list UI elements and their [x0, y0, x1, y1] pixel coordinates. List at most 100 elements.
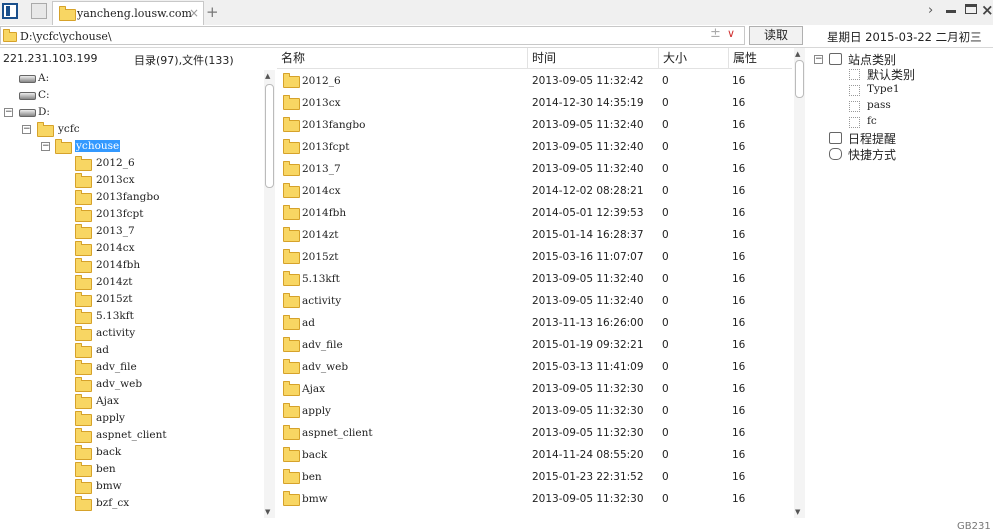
- tree-drive-c[interactable]: C:: [0, 87, 260, 104]
- panel-toggle-icon[interactable]: [2, 3, 18, 19]
- folder-icon: [283, 95, 300, 110]
- tree-drive-d[interactable]: − D:: [0, 104, 260, 121]
- tree-folder-item[interactable]: 5.13kft: [0, 308, 260, 325]
- tree-folder-item[interactable]: 2012_6: [0, 155, 260, 172]
- table-row[interactable]: apply 2013-09-05 11:32:30 0 16: [277, 400, 792, 422]
- table-row[interactable]: back 2014-11-24 08:55:20 0 16: [277, 444, 792, 466]
- tree-folder-item[interactable]: activity: [0, 325, 260, 342]
- scroll-up-icon[interactable]: ▲: [795, 50, 800, 58]
- tab-close-icon[interactable]: ×: [189, 6, 199, 20]
- table-row[interactable]: 2015zt 2015-03-16 11:07:07 0 16: [277, 246, 792, 268]
- maximize-icon[interactable]: [965, 4, 977, 14]
- row-attr: 16: [732, 427, 746, 439]
- collapse-icon[interactable]: −: [4, 108, 13, 117]
- folder-icon: [283, 117, 300, 132]
- row-size: 0: [662, 229, 669, 241]
- tree-folder-item[interactable]: back: [0, 444, 260, 461]
- folder-icon: [283, 315, 300, 330]
- column-size[interactable]: 大小: [659, 48, 729, 68]
- row-time: 2013-09-05 11:32:40: [532, 119, 644, 131]
- list-scroll-thumb[interactable]: [795, 60, 804, 98]
- path-input[interactable]: D:\ycfc\ychouse\: [0, 26, 745, 45]
- tree-folder-item[interactable]: 2013fcpt: [0, 206, 260, 223]
- tree-folder-item[interactable]: ad: [0, 342, 260, 359]
- tree-folder-item[interactable]: adv_file: [0, 359, 260, 376]
- tree-folder-item[interactable]: 2014fbh: [0, 257, 260, 274]
- tab-active[interactable]: yancheng.lousw.com ×: [52, 1, 204, 25]
- table-row[interactable]: activity 2013-09-05 11:32:40 0 16: [277, 290, 792, 312]
- table-row[interactable]: bmw 2013-09-05 11:32:30 0 16: [277, 488, 792, 510]
- tree-folder-item[interactable]: 2014zt: [0, 274, 260, 291]
- blank-tab-icon[interactable]: [31, 3, 47, 19]
- folder-icon: [75, 190, 92, 205]
- table-row[interactable]: 2012_6 2013-09-05 11:32:42 0 16: [277, 70, 792, 92]
- tree-folder-item[interactable]: 2015zt: [0, 291, 260, 308]
- category-item[interactable]: Type1: [867, 83, 900, 95]
- table-row[interactable]: 2014fbh 2014-05-01 12:39:53 0 16: [277, 202, 792, 224]
- table-row[interactable]: 2014zt 2015-01-14 16:28:37 0 16: [277, 224, 792, 246]
- list-scrollbar[interactable]: ▲ ▼: [794, 48, 805, 518]
- tab-scroll-right-icon[interactable]: ›: [928, 3, 933, 18]
- row-size: 0: [662, 383, 669, 395]
- table-row[interactable]: 2014cx 2014-12-02 08:28:21 0 16: [277, 180, 792, 202]
- column-time[interactable]: 时间: [528, 48, 659, 68]
- category-item[interactable]: 默认类别: [867, 66, 915, 83]
- tree-folder-ycfc[interactable]: − ycfc: [0, 121, 260, 138]
- collapse-icon[interactable]: −: [814, 55, 823, 64]
- tree-folder-item[interactable]: apply: [0, 410, 260, 427]
- tree-folder-item[interactable]: bzf_cx: [0, 495, 260, 512]
- new-tab-button[interactable]: +: [206, 3, 219, 21]
- tree-scroll-thumb[interactable]: [265, 84, 274, 188]
- tree-folder-item[interactable]: aspnet_client: [0, 427, 260, 444]
- row-size: 0: [662, 361, 669, 373]
- tree-scrollbar[interactable]: ▲ ▼: [264, 70, 275, 518]
- chevron-down-icon[interactable]: ∨: [727, 27, 735, 40]
- category-item[interactable]: fc: [867, 115, 877, 127]
- table-row[interactable]: aspnet_client 2013-09-05 11:32:30 0 16: [277, 422, 792, 444]
- table-row[interactable]: 2013fangbo 2013-09-05 11:32:40 0 16: [277, 114, 792, 136]
- table-row[interactable]: ad 2013-11-13 16:26:00 0 16: [277, 312, 792, 334]
- table-row[interactable]: ben 2015-01-23 22:31:52 0 16: [277, 466, 792, 488]
- tree-folder-item[interactable]: bmw: [0, 478, 260, 495]
- collapse-icon[interactable]: −: [41, 142, 50, 151]
- row-size: 0: [662, 405, 669, 417]
- tree-folder-item[interactable]: Ajax: [0, 393, 260, 410]
- drive-icon: [19, 75, 36, 83]
- row-time: 2013-09-05 11:32:40: [532, 141, 644, 153]
- tree-folder-item[interactable]: 2014cx: [0, 240, 260, 257]
- bookmark-panel: − 站点类别 默认类别 Type1 pass fc 日程提醒 快捷方式: [812, 48, 993, 518]
- scroll-up-icon[interactable]: ▲: [265, 72, 270, 80]
- tree-folder-item[interactable]: adv_web: [0, 376, 260, 393]
- tree-folder-item[interactable]: 2013cx: [0, 172, 260, 189]
- table-row[interactable]: adv_file 2015-01-19 09:32:21 0 16: [277, 334, 792, 356]
- scroll-down-icon[interactable]: ▼: [265, 508, 270, 516]
- tree-folder-item[interactable]: ben: [0, 461, 260, 478]
- table-row[interactable]: Ajax 2013-09-05 11:32:30 0 16: [277, 378, 792, 400]
- row-name: apply: [302, 405, 331, 417]
- table-row[interactable]: adv_web 2015-03-13 11:41:09 0 16: [277, 356, 792, 378]
- category-item[interactable]: pass: [867, 99, 891, 111]
- close-icon[interactable]: ×: [981, 1, 993, 19]
- collapse-icon[interactable]: −: [22, 125, 31, 134]
- tree-folder-item[interactable]: 2013_7: [0, 223, 260, 240]
- plus-minus-icon[interactable]: ±: [710, 26, 721, 41]
- table-row[interactable]: 5.13kft 2013-09-05 11:32:40 0 16: [277, 268, 792, 290]
- table-row[interactable]: 2013_7 2013-09-05 11:32:40 0 16: [277, 158, 792, 180]
- row-size: 0: [662, 141, 669, 153]
- tree-folder-ychouse[interactable]: − ychouse: [0, 138, 260, 155]
- row-size: 0: [662, 295, 669, 307]
- tree-folder-item[interactable]: 2013fangbo: [0, 189, 260, 206]
- scroll-down-icon[interactable]: ▼: [795, 508, 800, 516]
- table-row[interactable]: 2013cx 2014-12-30 14:35:19 0 16: [277, 92, 792, 114]
- column-attr[interactable]: 属性: [729, 48, 792, 68]
- read-button[interactable]: 读取: [749, 26, 803, 45]
- table-row[interactable]: 2013fcpt 2013-09-05 11:32:40 0 16: [277, 136, 792, 158]
- column-name[interactable]: 名称: [277, 48, 528, 68]
- tree-drive-a[interactable]: A:: [0, 70, 260, 87]
- shortcuts-label[interactable]: 快捷方式: [848, 146, 896, 163]
- row-name: adv_web: [302, 361, 349, 373]
- folder-icon: [75, 428, 92, 443]
- schedule-label[interactable]: 日程提醒: [848, 130, 896, 147]
- folder-icon: [75, 479, 92, 494]
- minimize-icon[interactable]: [946, 10, 956, 13]
